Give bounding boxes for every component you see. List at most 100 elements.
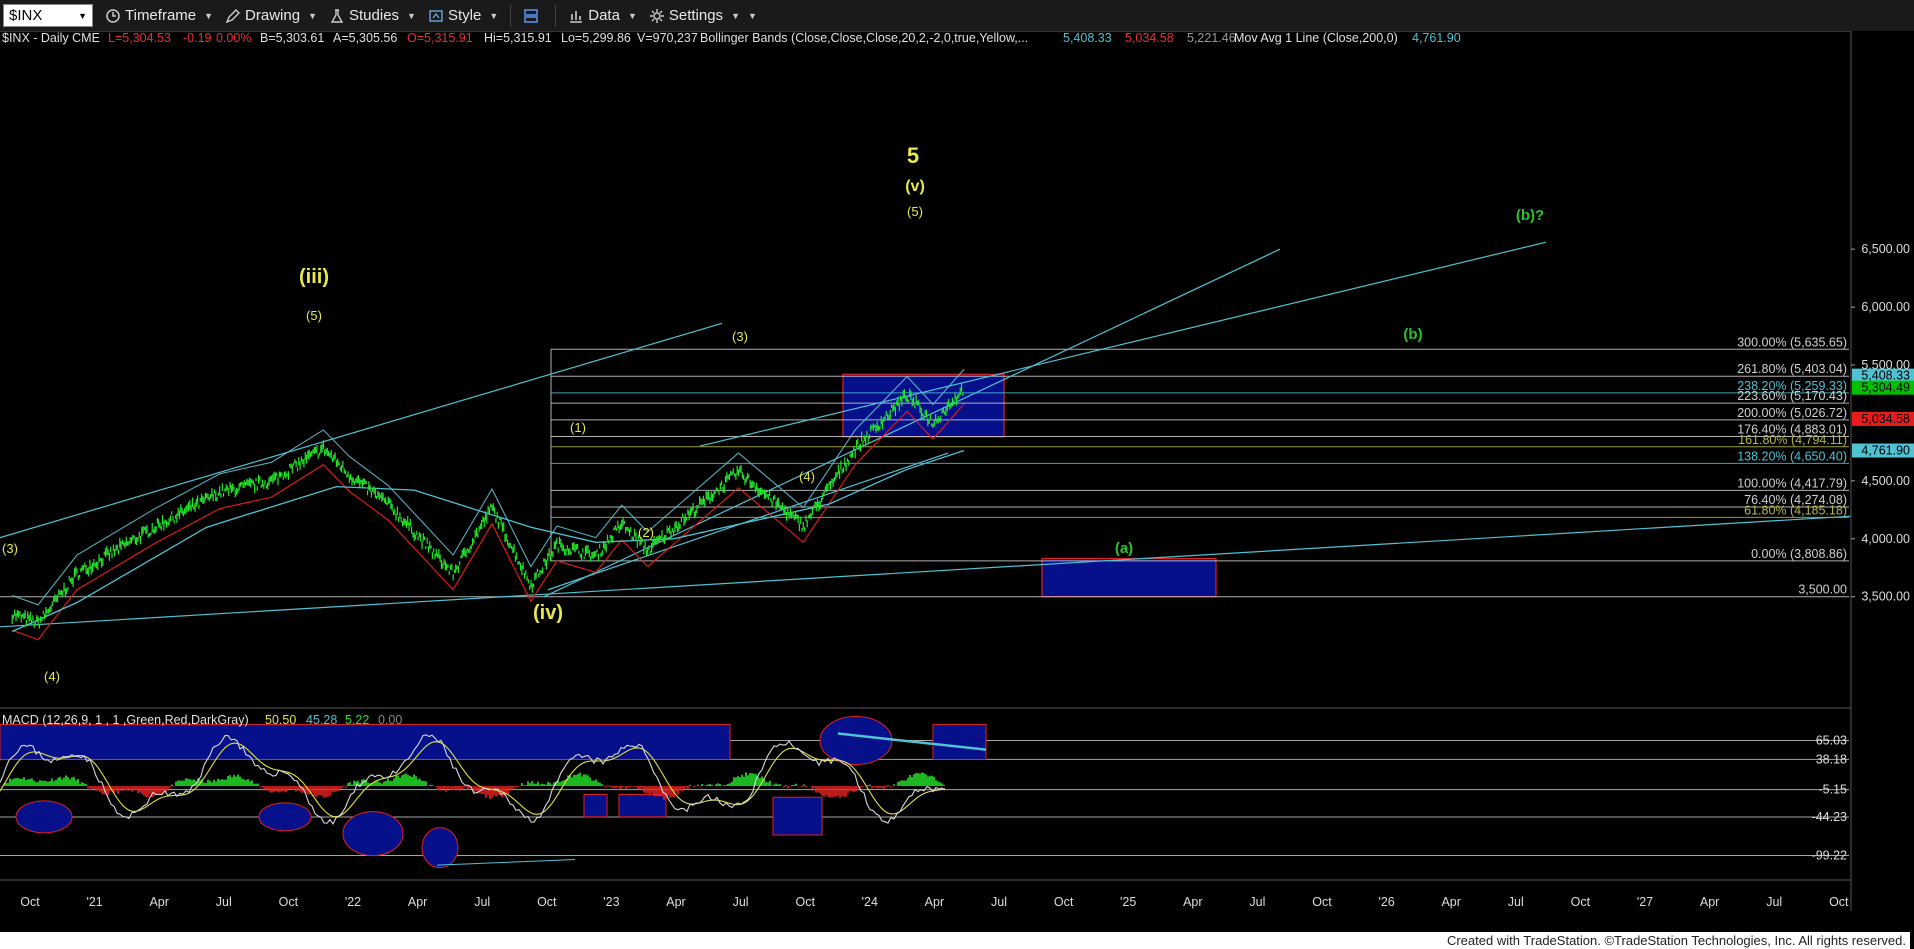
timeframe-label: Timeframe <box>125 7 197 24</box>
data-label: Data <box>588 7 620 24</box>
price-tick-label: 3,500.00 <box>1861 590 1910 604</box>
style-button[interactable]: Style ▼ <box>428 7 498 24</box>
macd-scale-label: -44.23 <box>1812 810 1847 824</box>
macd-header-v2: 45.28 <box>306 713 337 727</box>
macd-trend-line <box>436 859 576 866</box>
fib-level-label: 223.60% (5,170.43) <box>1737 389 1847 403</box>
macd-scale-label: 65.03 <box>1816 734 1847 748</box>
macd-header-label: MACD (12,26,9, 1 , 1 ,Green,Red,DarkGray… <box>2 713 249 727</box>
time-tick-label: Oct <box>795 895 815 909</box>
fib-level-label: 3,500.00 <box>1798 583 1847 597</box>
chart-area[interactable]: 300.00% (5,635.65)261.80% (5,403.04)238.… <box>0 31 1914 931</box>
wave-label: (4) <box>44 669 60 684</box>
price-tick-label: 4,000.00 <box>1861 532 1910 546</box>
fib-level-label: 300.00% (5,635.65) <box>1737 335 1847 349</box>
layout-button[interactable] <box>523 8 543 24</box>
fib-level-label: 138.20% (4,650.40) <box>1737 449 1847 463</box>
style-label: Style <box>447 7 482 24</box>
time-tick-label: '25 <box>1120 895 1136 909</box>
wave-label: (5) <box>907 204 923 219</box>
chevron-down-icon: ▼ <box>78 10 87 21</box>
time-tick-label: Jul <box>733 895 749 909</box>
settings-button[interactable]: Settings ▼ ▼ <box>649 7 757 24</box>
toolbar-divider <box>555 4 557 27</box>
macd-box <box>772 796 823 836</box>
style-icon <box>429 9 443 22</box>
time-tick-label: Apr <box>1441 895 1460 909</box>
time-tick-label: Apr <box>666 895 685 909</box>
fib-level-label: 200.00% (5,026.72) <box>1737 406 1847 420</box>
price-badge-label: 5,304.49 <box>1861 381 1910 395</box>
price-tick-label: 6,000.00 <box>1861 300 1910 314</box>
wave-label: (iv) <box>533 602 563 624</box>
macd-box <box>932 723 987 760</box>
time-tick-label: Apr <box>925 895 944 909</box>
macd-header-v4: 0.00 <box>378 713 402 727</box>
bollinger-upper-line <box>12 368 965 606</box>
wave-label: (5) <box>306 308 322 323</box>
macd-highlight-ellipse <box>258 802 312 832</box>
chevron-down-icon: ▼ <box>747 10 757 21</box>
footer: Created with TradeStation. ©TradeStation… <box>0 932 1910 949</box>
symbol-input[interactable]: $INX ▼ <box>3 4 93 27</box>
time-tick-label: '27 <box>1637 895 1653 909</box>
moving-average-line <box>11 449 965 633</box>
trend-line <box>0 515 1852 628</box>
time-tick-label: Oct <box>20 895 40 909</box>
fib-level-label: 261.80% (5,403.04) <box>1737 362 1847 376</box>
gear-icon <box>649 8 664 23</box>
symbol-value: $INX <box>9 7 43 24</box>
flask-icon <box>330 8 344 23</box>
time-tick-label: Oct <box>1571 895 1591 909</box>
macd-highlight-ellipse <box>15 800 73 834</box>
toolbar: $INX ▼ Timeframe ▼ Drawing ▼ Studies ▼ S… <box>0 0 1914 32</box>
chevron-down-icon: ▼ <box>627 10 637 21</box>
header-open: O=5,315.91 <box>407 31 473 45</box>
trend-line <box>0 322 723 539</box>
chevron-down-icon: ▼ <box>731 10 740 21</box>
macd-header-v1: 50.50 <box>265 713 296 727</box>
time-tick-label: Jul <box>474 895 490 909</box>
bollinger-lower-line <box>12 403 965 641</box>
header-ma-value: 4,761.90 <box>1412 31 1461 45</box>
price-badge-label: 4,761.90 <box>1861 444 1910 458</box>
macd-scale-label: -99.22 <box>1812 848 1847 862</box>
header-last: L=5,304.53 <box>108 31 171 45</box>
wave-label: (v) <box>905 178 925 195</box>
header-low: Lo=5,299.86 <box>561 31 631 45</box>
wave-label: (b) <box>1403 326 1422 343</box>
time-tick-label: '24 <box>862 895 878 909</box>
fib-level-label: 0.00% (3,808.86) <box>1751 547 1847 561</box>
time-tick-label: Oct <box>279 895 299 909</box>
timeframe-button[interactable]: Timeframe ▼ <box>105 7 213 24</box>
time-tick-label: Apr <box>408 895 427 909</box>
wave-label: (3) <box>2 541 18 556</box>
clock-icon <box>106 8 120 23</box>
time-tick-label: Jul <box>991 895 1007 909</box>
header-bb-label: Bollinger Bands (Close,Close,Close,20,2,… <box>700 31 1028 45</box>
trend-line <box>699 241 1547 447</box>
studies-button[interactable]: Studies ▼ <box>329 7 416 24</box>
wave-label: 5 <box>907 143 919 168</box>
data-button[interactable]: Data ▼ <box>568 7 637 24</box>
price-tick-label: 4,500.00 <box>1861 474 1910 488</box>
price-badge-label: 5,034.58 <box>1861 412 1910 426</box>
time-tick-label: Apr <box>1700 895 1719 909</box>
macd-box <box>618 793 667 818</box>
chevron-down-icon: ▼ <box>407 10 416 21</box>
time-tick-label: '26 <box>1378 895 1394 909</box>
drawing-button[interactable]: Drawing ▼ <box>225 7 317 24</box>
header-ask: A=5,305.56 <box>333 31 397 45</box>
header-change-pct: 0.00% <box>216 31 251 45</box>
macd-scale-label: 38.18 <box>1816 752 1847 766</box>
macd-scale-label: -5.15 <box>1819 783 1848 797</box>
pencil-icon <box>225 8 241 23</box>
target-box-a <box>1041 557 1217 598</box>
wave-label: (2) <box>638 525 654 540</box>
wave-label: (1) <box>570 420 586 435</box>
bar-chart-icon <box>570 10 583 23</box>
chevron-down-icon: ▼ <box>489 10 499 21</box>
header-change: -0.19 <box>183 31 212 45</box>
header-volume: V=970,237 <box>637 31 698 45</box>
time-tick-label: Oct <box>1312 895 1332 909</box>
